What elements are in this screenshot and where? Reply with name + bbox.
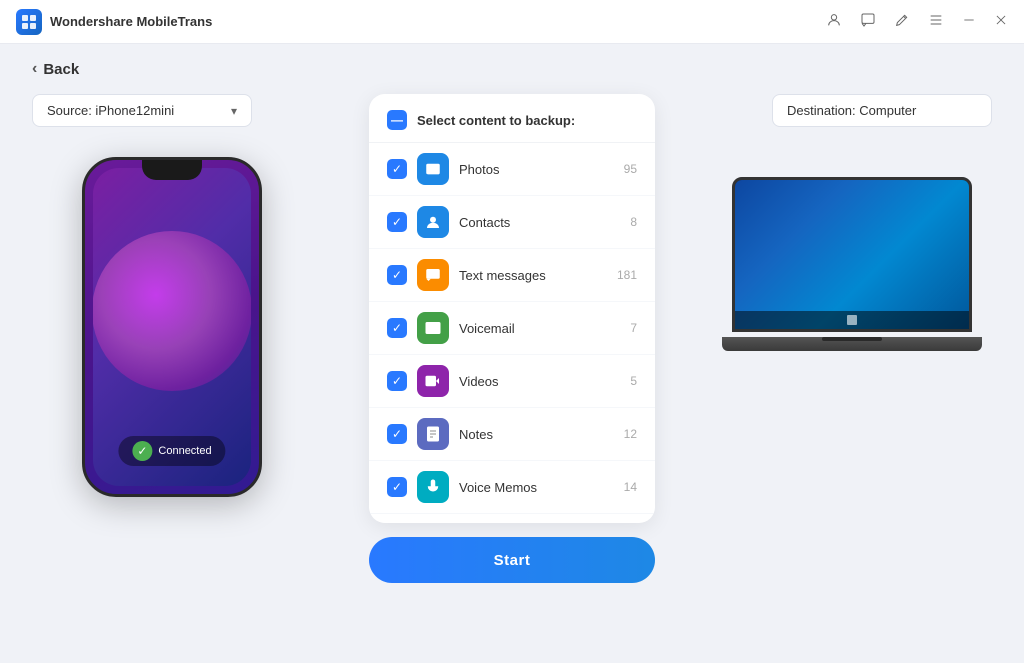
item-count: 7 (630, 321, 637, 335)
items-list: ✓ Photos 95 ✓ Contacts 8 ✓ Text messages 181 ✓ Voi… (369, 143, 655, 523)
user-icon[interactable] (826, 12, 842, 32)
source-dropdown-arrow: ▾ (231, 104, 237, 118)
item-name: Photos (459, 162, 614, 177)
phone-device: ✓ Connected (82, 157, 262, 497)
back-chevron: ‹ (32, 60, 37, 78)
source-label: Source: iPhone12mini (47, 103, 174, 118)
item-checkbox[interactable]: ✓ (387, 477, 407, 497)
item-name: Text messages (459, 268, 607, 283)
destination-label: Destination: Computer (787, 103, 916, 118)
chat-icon[interactable] (860, 12, 876, 32)
laptop-screen-inner (735, 180, 969, 329)
connected-badge: ✓ Connected (118, 436, 225, 466)
item-checkbox[interactable]: ✓ (387, 265, 407, 285)
item-icon (417, 365, 449, 397)
item-icon (417, 153, 449, 185)
back-button[interactable]: ‹ Back (32, 60, 992, 78)
item-icon (417, 312, 449, 344)
connected-icon: ✓ (132, 441, 152, 461)
content-area: Source: iPhone12mini ▾ ✓ Connected (32, 94, 992, 627)
laptop-screen (732, 177, 972, 332)
item-count: 181 (617, 268, 637, 282)
start-button[interactable]: Start (369, 537, 655, 583)
titlebar: Wondershare MobileTrans (0, 0, 1024, 44)
item-name: Notes (459, 427, 614, 442)
center-panel: Select content to backup: ✓ Photos 95 ✓ Cont… (367, 94, 657, 583)
item-checkbox[interactable]: ✓ (387, 371, 407, 391)
edit-icon[interactable] (894, 12, 910, 32)
main-content: ‹ Back Source: iPhone12mini ▾ ✓ Connecte… (0, 44, 1024, 663)
item-count: 8 (630, 215, 637, 229)
list-item: ✓ Notes 12 (369, 408, 655, 461)
menu-icon[interactable] (928, 12, 944, 32)
phone-notch (142, 160, 202, 180)
item-count: 14 (624, 480, 637, 494)
list-item: ✓ Text messages 181 (369, 249, 655, 302)
titlebar-controls (826, 12, 1008, 32)
item-count: 5 (630, 374, 637, 388)
item-icon (417, 206, 449, 238)
item-checkbox[interactable]: ✓ (387, 212, 407, 232)
list-item: ✓ Videos 5 (369, 355, 655, 408)
laptop-container (712, 177, 992, 357)
titlebar-left: Wondershare MobileTrans (16, 9, 212, 35)
right-panel: Destination: Computer (712, 94, 992, 357)
list-item: ✓ Voice Memos 14 (369, 461, 655, 514)
app-logo (16, 9, 42, 35)
item-checkbox[interactable]: ✓ (387, 424, 407, 444)
laptop-taskbar (735, 311, 969, 329)
partial-checkbox[interactable] (387, 110, 407, 130)
minimize-icon[interactable] (962, 13, 976, 31)
item-name: Voice Memos (459, 480, 614, 495)
item-name: Voicemail (459, 321, 620, 336)
list-item: Contact blacklist4 (369, 514, 655, 523)
item-count: 12 (624, 427, 637, 441)
item-checkbox[interactable]: ✓ (387, 159, 407, 179)
taskbar-start-icon (847, 315, 857, 325)
app-title: Wondershare MobileTrans (50, 14, 212, 29)
phone-orb (93, 231, 251, 391)
laptop-base (722, 337, 982, 351)
list-item: ✓ Voicemail 7 (369, 302, 655, 355)
left-panel: Source: iPhone12mini ▾ ✓ Connected (32, 94, 312, 497)
destination-dropdown[interactable]: Destination: Computer (772, 94, 992, 127)
item-icon (417, 471, 449, 503)
selector-card: Select content to backup: ✓ Photos 95 ✓ Cont… (369, 94, 655, 523)
list-item: ✓ Photos 95 (369, 143, 655, 196)
phone-container: ✓ Connected (32, 157, 312, 497)
item-icon (417, 418, 449, 450)
close-icon[interactable] (994, 13, 1008, 31)
item-count: 95 (624, 162, 637, 176)
laptop-device (722, 177, 982, 357)
selector-header: Select content to backup: (369, 94, 655, 143)
back-label: Back (43, 61, 79, 78)
list-item: ✓ Contacts 8 (369, 196, 655, 249)
connected-label: Connected (158, 445, 211, 457)
item-checkbox[interactable]: ✓ (387, 318, 407, 338)
item-name: Videos (459, 374, 620, 389)
item-name: Contacts (459, 215, 620, 230)
item-icon (417, 259, 449, 291)
selector-title: Select content to backup: (417, 113, 575, 128)
source-dropdown[interactable]: Source: iPhone12mini ▾ (32, 94, 252, 127)
